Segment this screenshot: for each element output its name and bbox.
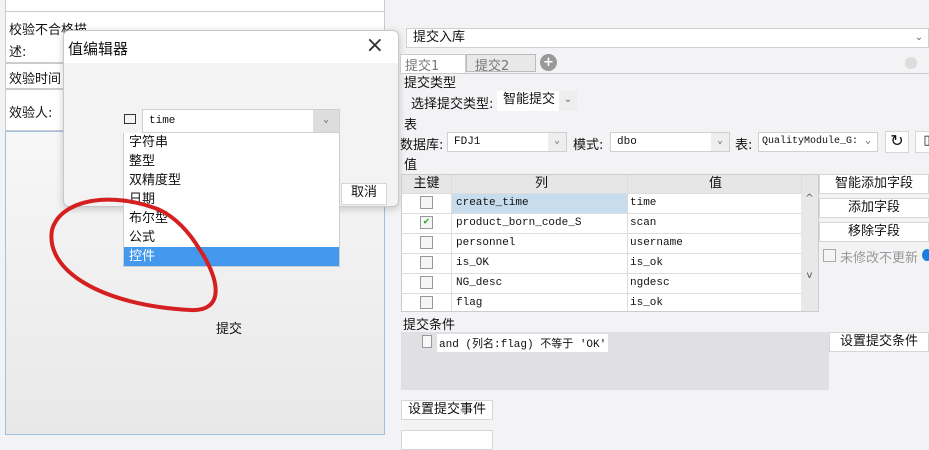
close-icon[interactable]: × bbox=[366, 33, 384, 58]
submit-type-value: 智能提交 bbox=[503, 92, 556, 107]
chevron-down-icon[interactable]: ⌄ bbox=[910, 29, 928, 47]
chevron-down-icon[interactable]: ⌄ bbox=[859, 133, 877, 151]
pk-checkbox[interactable]: ✔ bbox=[420, 215, 433, 229]
cancel-button[interactable]: 取消 bbox=[341, 183, 387, 205]
db-label: 数据库: bbox=[400, 138, 444, 153]
no-update-label: 未修改不更新 bbox=[840, 251, 919, 266]
condition-item[interactable]: and (列名:flag) 不等于 'OK' bbox=[437, 334, 609, 352]
pk-checkbox[interactable] bbox=[420, 275, 433, 289]
remove-field-button[interactable]: 移除字段 bbox=[819, 222, 929, 242]
column-cell[interactable]: product_born_code_S bbox=[452, 214, 628, 233]
tab-submit1[interactable]: 提交1 bbox=[400, 54, 466, 74]
refresh-icon[interactable]: ↻ bbox=[885, 131, 909, 153]
section-submit-type: 提交类型 bbox=[404, 76, 457, 91]
column-cell[interactable]: flag bbox=[452, 294, 628, 311]
value-cell[interactable]: scan bbox=[628, 214, 802, 233]
pk-cell[interactable] bbox=[402, 274, 452, 293]
value-cell[interactable]: username bbox=[628, 234, 802, 253]
table-row[interactable]: ✔ product_born_code_S scan bbox=[402, 213, 818, 233]
column-cell[interactable]: NG_desc bbox=[452, 274, 628, 293]
db-value: FDJ1 bbox=[454, 136, 481, 148]
header-pk: 主键 bbox=[402, 175, 452, 193]
table-row[interactable]: is_OK is_ok bbox=[402, 253, 818, 273]
submit-type-select[interactable]: 智能提交 ⌄ bbox=[497, 91, 577, 111]
section-condition: 提交条件 bbox=[403, 318, 456, 333]
table-row[interactable]: create_time time bbox=[402, 193, 818, 213]
table-row[interactable]: personnel username bbox=[402, 233, 818, 253]
column-cell[interactable]: create_time bbox=[452, 194, 628, 213]
dialog-title: 值编辑器 bbox=[68, 40, 129, 58]
condition-tree: and (列名:flag) 不等于 'OK' bbox=[401, 332, 829, 390]
option-string[interactable]: 字符串 bbox=[124, 133, 339, 152]
chevron-down-icon[interactable]: ⌄ bbox=[313, 110, 339, 132]
no-update-checkbox[interactable] bbox=[823, 249, 836, 262]
table-value: QualityModule_G: bbox=[762, 136, 859, 147]
table-row[interactable]: NG_desc ngdesc bbox=[402, 273, 818, 293]
add-field-button[interactable]: 添加字段 bbox=[819, 198, 929, 218]
chevron-down-icon[interactable]: ⌄ bbox=[548, 133, 566, 151]
action-select[interactable]: 提交入库 ⌄ bbox=[406, 28, 929, 48]
field-label: 效验人: bbox=[9, 106, 53, 121]
header-column: 列 bbox=[452, 175, 628, 193]
column-cell[interactable]: personnel bbox=[452, 234, 628, 253]
column-cell[interactable]: is_OK bbox=[452, 254, 628, 273]
pk-checkbox[interactable] bbox=[420, 255, 433, 269]
section-values: 值 bbox=[404, 158, 418, 173]
pk-cell[interactable]: ✔ bbox=[402, 214, 452, 233]
pk-cell[interactable] bbox=[402, 234, 452, 253]
schema-label: 模式: bbox=[573, 138, 604, 153]
type-icon bbox=[124, 114, 136, 124]
more-button[interactable] bbox=[401, 430, 493, 450]
field-grid: 主键列值 create_time time ✔ product_born_code_S… bbox=[401, 174, 819, 312]
type-value: time bbox=[149, 115, 176, 127]
pk-cell[interactable] bbox=[402, 194, 452, 213]
chevron-down-icon[interactable]: ⌄ bbox=[711, 133, 729, 151]
option-double[interactable]: 双精度型 bbox=[124, 171, 339, 190]
db-select[interactable]: FDJ1 ⌄ bbox=[447, 132, 567, 152]
grid-scrollbar[interactable]: ^ v bbox=[801, 193, 818, 311]
value-cell[interactable]: time bbox=[628, 194, 802, 213]
value-cell[interactable]: ngdesc bbox=[628, 274, 802, 293]
schema-select[interactable]: dbo ⌄ bbox=[610, 132, 730, 152]
document-icon bbox=[422, 335, 432, 348]
table-row[interactable]: flag is_ok bbox=[402, 293, 818, 311]
pk-checkbox[interactable] bbox=[420, 295, 433, 309]
option-int[interactable]: 整型 bbox=[124, 152, 339, 171]
set-event-button[interactable]: 设置提交事件 bbox=[401, 400, 493, 420]
value-cell[interactable]: is_ok bbox=[628, 254, 802, 273]
set-condition-button[interactable]: 设置提交条件 bbox=[829, 332, 929, 352]
help-icon[interactable] bbox=[922, 249, 929, 261]
type-select[interactable]: time ⌄ bbox=[142, 109, 340, 133]
pk-checkbox[interactable] bbox=[420, 235, 433, 249]
chevron-down-icon[interactable]: ⌄ bbox=[559, 91, 577, 111]
red-annotation-circle bbox=[49, 197, 218, 313]
table-select[interactable]: QualityModule_G: ⌄ bbox=[758, 132, 878, 152]
submit-label: 提交 bbox=[216, 322, 243, 337]
value-cell[interactable]: is_ok bbox=[628, 294, 802, 311]
section-table: 表 bbox=[404, 118, 418, 133]
action-value: 提交入库 bbox=[413, 30, 466, 45]
pk-cell[interactable] bbox=[402, 294, 452, 311]
tab-submit2[interactable]: 提交2 bbox=[466, 54, 536, 74]
preview-icon[interactable]: ▯ bbox=[915, 131, 929, 153]
pk-cell[interactable] bbox=[402, 254, 452, 273]
table-label: 表: bbox=[735, 138, 753, 153]
pk-checkbox[interactable] bbox=[420, 195, 433, 209]
header-value: 值 bbox=[628, 175, 802, 193]
scroll-left-icon[interactable] bbox=[905, 57, 917, 69]
smart-add-field-button[interactable]: 智能添加字段 bbox=[819, 174, 929, 194]
add-tab-icon[interactable]: + bbox=[540, 54, 557, 71]
submit-type-label: 选择提交类型: bbox=[411, 97, 494, 112]
field-label: 效验时间 bbox=[9, 72, 62, 87]
schema-value: dbo bbox=[617, 136, 637, 148]
